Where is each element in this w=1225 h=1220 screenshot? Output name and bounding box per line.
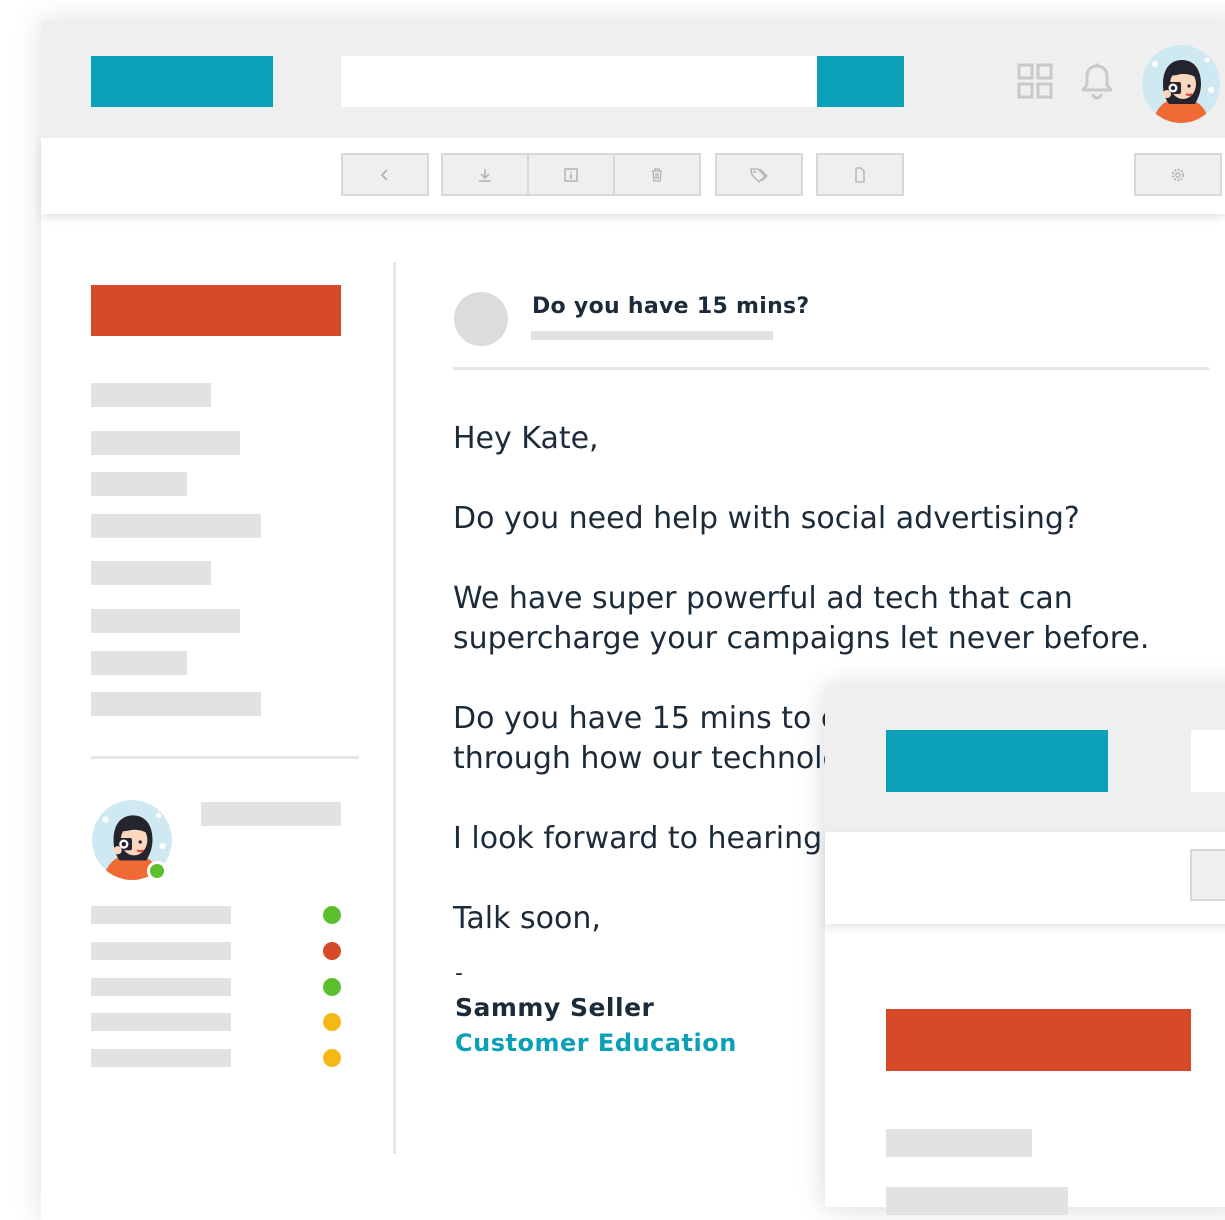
signature-dash: -: [455, 961, 463, 986]
sender-title: Customer Education: [455, 1029, 737, 1057]
sidebar-divider: [91, 756, 359, 759]
sidebar-item[interactable]: [91, 692, 261, 716]
status-dot-green: [323, 906, 341, 924]
email-paragraph: through how our technolo: [453, 741, 841, 776]
apps-grid-icon[interactable]: [1017, 63, 1053, 99]
pane-divider: [393, 262, 396, 1154]
contact-row[interactable]: [91, 1013, 231, 1031]
status-dot-yellow: [323, 1049, 341, 1067]
subject-underline: [531, 331, 773, 340]
secondary-toolbar: [825, 832, 1225, 924]
notification-bell-icon[interactable]: [1079, 62, 1115, 100]
sender-avatar: [454, 292, 508, 346]
email-paragraph: Do you need help with social advertising…: [453, 501, 1080, 536]
sidebar-item[interactable]: [91, 431, 240, 455]
sender-name: Sammy Seller: [455, 993, 655, 1022]
trash-icon: [652, 167, 662, 182]
email-paragraph: supercharge your campaigns let never bef…: [453, 621, 1150, 656]
status-dot-yellow: [323, 1013, 341, 1031]
sidebar-item[interactable]: [91, 472, 187, 496]
back-button[interactable]: [341, 153, 429, 196]
search-input[interactable]: [341, 56, 817, 107]
secondary-sidebar-item[interactable]: [886, 1187, 1068, 1215]
download-button[interactable]: [441, 153, 529, 196]
sidebar-item[interactable]: [91, 561, 211, 585]
document-icon: [855, 166, 865, 183]
secondary-search-input[interactable]: [1191, 730, 1225, 792]
sidebar-item[interactable]: [91, 514, 261, 538]
secondary-toolbar-button[interactable]: [1190, 849, 1225, 901]
delete-button[interactable]: [613, 153, 701, 196]
secondary-logo-block[interactable]: [886, 730, 1108, 792]
back-icon: [380, 168, 388, 181]
tag-icon: [750, 167, 768, 183]
secondary-compose-button[interactable]: [886, 1009, 1191, 1071]
contact-row[interactable]: [91, 942, 231, 960]
header-divider: [453, 367, 1209, 370]
email-paragraph: I look forward to hearing: [453, 821, 823, 856]
logo-block[interactable]: [91, 56, 273, 107]
settings-button[interactable]: [1134, 153, 1222, 196]
tag-button[interactable]: [715, 153, 803, 196]
sidebar-item[interactable]: [91, 383, 211, 407]
search-button[interactable]: [817, 56, 904, 107]
sidebar-item[interactable]: [91, 651, 187, 675]
email-paragraph: We have super powerful ad tech that can: [453, 581, 1073, 616]
document-button[interactable]: [816, 153, 904, 196]
info-button[interactable]: [527, 153, 615, 196]
settings-icon: [1171, 168, 1185, 181]
download-icon: [479, 168, 491, 182]
contact-row[interactable]: [91, 906, 231, 924]
email-greeting: Hey Kate,: [453, 421, 599, 456]
email-closing: Talk soon,: [453, 901, 601, 936]
secondary-sidebar-item[interactable]: [886, 1129, 1032, 1157]
contact-row[interactable]: [91, 1049, 231, 1067]
user-avatar[interactable]: [1141, 44, 1221, 124]
compose-button[interactable]: [91, 285, 341, 336]
email-subject: Do you have 15 mins?: [532, 294, 810, 319]
email-paragraph: Do you have 15 mins to c: [453, 701, 838, 736]
secondary-window: [825, 687, 1225, 1215]
contact-name-placeholder: [201, 802, 341, 826]
info-icon: [564, 167, 578, 182]
status-dot-red: [323, 942, 341, 960]
sidebar-item[interactable]: [91, 609, 240, 633]
online-status-badge: [147, 861, 167, 881]
contact-row[interactable]: [91, 978, 231, 996]
status-dot-green: [323, 978, 341, 996]
